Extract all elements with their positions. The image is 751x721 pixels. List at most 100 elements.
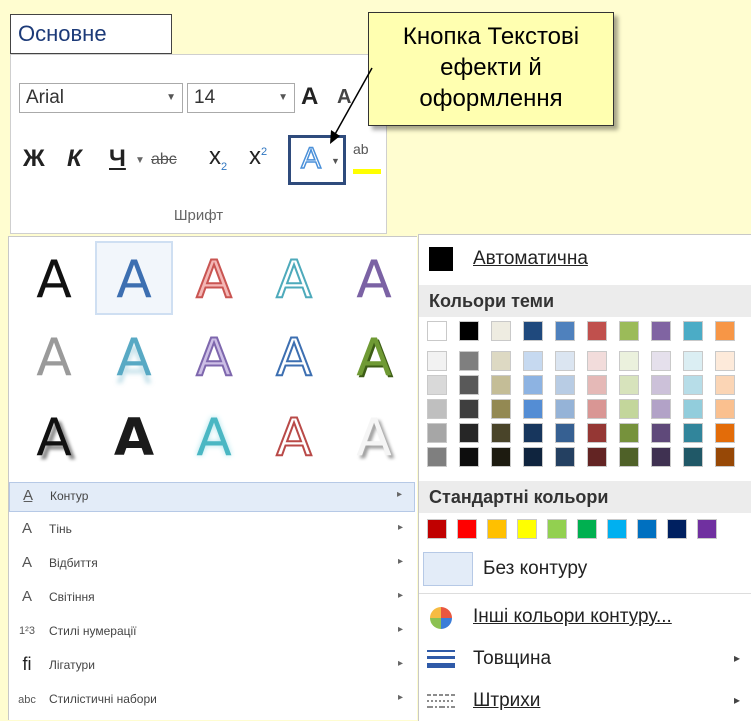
theme-color-swatch[interactable] bbox=[683, 399, 703, 419]
standard-color-swatch[interactable] bbox=[517, 519, 537, 539]
theme-color-swatch[interactable] bbox=[619, 375, 639, 395]
theme-color-swatch[interactable] bbox=[683, 447, 703, 467]
chevron-down-icon[interactable]: ▼ bbox=[166, 84, 176, 112]
font-size-combo[interactable]: 14 ▼ bbox=[187, 83, 295, 113]
theme-color-swatch[interactable] bbox=[459, 447, 479, 467]
theme-color-swatch[interactable] bbox=[715, 375, 735, 395]
theme-color-swatch[interactable] bbox=[427, 399, 447, 419]
theme-color-swatch[interactable] bbox=[491, 399, 511, 419]
theme-color-swatch[interactable] bbox=[683, 351, 703, 371]
theme-color-swatch[interactable] bbox=[427, 321, 447, 341]
menu-item-shadow[interactable]: A Тінь ▸ bbox=[9, 516, 415, 546]
subscript-button[interactable]: x2 bbox=[209, 143, 227, 173]
theme-color-swatch[interactable] bbox=[619, 423, 639, 443]
chevron-down-icon[interactable]: ▼ bbox=[331, 156, 340, 166]
chevron-down-icon[interactable]: ▼ bbox=[278, 84, 288, 112]
theme-color-swatch[interactable] bbox=[459, 399, 479, 419]
theme-color-swatch[interactable] bbox=[427, 351, 447, 371]
bold-button[interactable]: Ж bbox=[23, 145, 45, 173]
theme-color-swatch[interactable] bbox=[491, 321, 511, 341]
effect-blue-outline[interactable]: A bbox=[255, 321, 333, 395]
theme-color-swatch[interactable] bbox=[427, 375, 447, 395]
theme-color-swatch[interactable] bbox=[459, 375, 479, 395]
effect-red-outline-2[interactable]: A bbox=[255, 401, 333, 475]
menu-item-outline[interactable]: A̲ Контур ▸ bbox=[9, 482, 415, 512]
effect-black-shadow[interactable]: A bbox=[15, 401, 93, 475]
effect-teal-reflection[interactable]: A bbox=[95, 321, 173, 395]
theme-color-swatch[interactable] bbox=[587, 321, 607, 341]
theme-color-swatch[interactable] bbox=[459, 321, 479, 341]
theme-color-swatch[interactable] bbox=[523, 351, 543, 371]
effect-purple-solid[interactable]: A bbox=[335, 243, 413, 317]
theme-color-swatch[interactable] bbox=[619, 447, 639, 467]
theme-color-swatch[interactable] bbox=[587, 447, 607, 467]
theme-color-swatch[interactable] bbox=[651, 399, 671, 419]
theme-color-swatch[interactable] bbox=[523, 321, 543, 341]
theme-color-swatch[interactable] bbox=[523, 447, 543, 467]
theme-color-swatch[interactable] bbox=[715, 321, 735, 341]
theme-color-swatch[interactable] bbox=[555, 375, 575, 395]
standard-color-swatch[interactable] bbox=[637, 519, 657, 539]
theme-color-swatch[interactable] bbox=[587, 375, 607, 395]
theme-color-swatch[interactable] bbox=[427, 447, 447, 467]
menu-item-stylistic-sets[interactable]: abc Стилістичні набори ▸ bbox=[9, 686, 415, 716]
standard-color-swatch[interactable] bbox=[577, 519, 597, 539]
theme-color-swatch[interactable] bbox=[427, 423, 447, 443]
no-outline-option[interactable]: Без контуру bbox=[419, 549, 751, 589]
underline-button[interactable]: Ч bbox=[109, 145, 126, 173]
theme-color-swatch[interactable] bbox=[523, 375, 543, 395]
effect-teal-glow[interactable]: A bbox=[175, 401, 253, 475]
theme-color-swatch[interactable] bbox=[523, 423, 543, 443]
more-colors-option[interactable]: Інші кольори контуру... bbox=[419, 597, 751, 637]
effect-lavender-outline[interactable]: A bbox=[175, 321, 253, 395]
standard-color-swatch[interactable] bbox=[547, 519, 567, 539]
chevron-down-icon[interactable]: ▼ bbox=[135, 155, 145, 166]
theme-color-swatch[interactable] bbox=[555, 321, 575, 341]
superscript-button[interactable]: x2 bbox=[249, 143, 267, 171]
theme-color-swatch[interactable] bbox=[587, 399, 607, 419]
grow-font-icon[interactable]: A bbox=[301, 83, 318, 111]
standard-color-swatch[interactable] bbox=[487, 519, 507, 539]
theme-color-swatch[interactable] bbox=[555, 423, 575, 443]
menu-item-reflection[interactable]: A Відбиття ▸ bbox=[9, 550, 415, 580]
strikethrough-button[interactable]: abc bbox=[151, 151, 177, 169]
standard-color-swatch[interactable] bbox=[427, 519, 447, 539]
menu-item-glow[interactable]: A Світіння ▸ bbox=[9, 584, 415, 614]
theme-color-swatch[interactable] bbox=[459, 423, 479, 443]
theme-color-swatch[interactable] bbox=[587, 423, 607, 443]
theme-color-swatch[interactable] bbox=[619, 321, 639, 341]
theme-color-swatch[interactable] bbox=[715, 447, 735, 467]
standard-color-swatch[interactable] bbox=[607, 519, 627, 539]
theme-color-swatch[interactable] bbox=[619, 351, 639, 371]
effect-black-bold[interactable]: A bbox=[95, 401, 173, 475]
font-name-combo[interactable]: Arial ▼ bbox=[19, 83, 183, 113]
effect-white-shadow[interactable]: A bbox=[335, 401, 413, 475]
theme-color-swatch[interactable] bbox=[683, 321, 703, 341]
effect-gray-solid[interactable]: A bbox=[15, 321, 93, 395]
theme-color-swatch[interactable] bbox=[619, 399, 639, 419]
theme-color-swatch[interactable] bbox=[587, 351, 607, 371]
theme-color-swatch[interactable] bbox=[651, 351, 671, 371]
standard-color-swatch[interactable] bbox=[457, 519, 477, 539]
theme-color-swatch[interactable] bbox=[651, 321, 671, 341]
theme-color-swatch[interactable] bbox=[651, 423, 671, 443]
menu-item-ligatures[interactable]: ﬁ Лігатури ▸ bbox=[9, 652, 415, 682]
italic-button[interactable]: К bbox=[67, 145, 82, 173]
theme-color-swatch[interactable] bbox=[555, 351, 575, 371]
theme-color-swatch[interactable] bbox=[651, 375, 671, 395]
theme-color-swatch[interactable] bbox=[491, 375, 511, 395]
theme-color-swatch[interactable] bbox=[459, 351, 479, 371]
weight-option[interactable]: Товщина ▸ bbox=[419, 639, 751, 679]
effect-red-outline[interactable]: A bbox=[175, 243, 253, 317]
theme-color-swatch[interactable] bbox=[491, 351, 511, 371]
theme-color-swatch[interactable] bbox=[715, 399, 735, 419]
theme-color-swatch[interactable] bbox=[491, 447, 511, 467]
theme-color-swatch[interactable] bbox=[683, 423, 703, 443]
standard-color-swatch[interactable] bbox=[667, 519, 687, 539]
theme-color-swatch[interactable] bbox=[715, 351, 735, 371]
theme-color-swatch[interactable] bbox=[651, 447, 671, 467]
dashes-option[interactable]: Штрихи ▸ bbox=[419, 681, 751, 721]
effect-green-bevel[interactable]: A bbox=[335, 321, 413, 395]
standard-color-swatch[interactable] bbox=[697, 519, 717, 539]
theme-color-swatch[interactable] bbox=[715, 423, 735, 443]
